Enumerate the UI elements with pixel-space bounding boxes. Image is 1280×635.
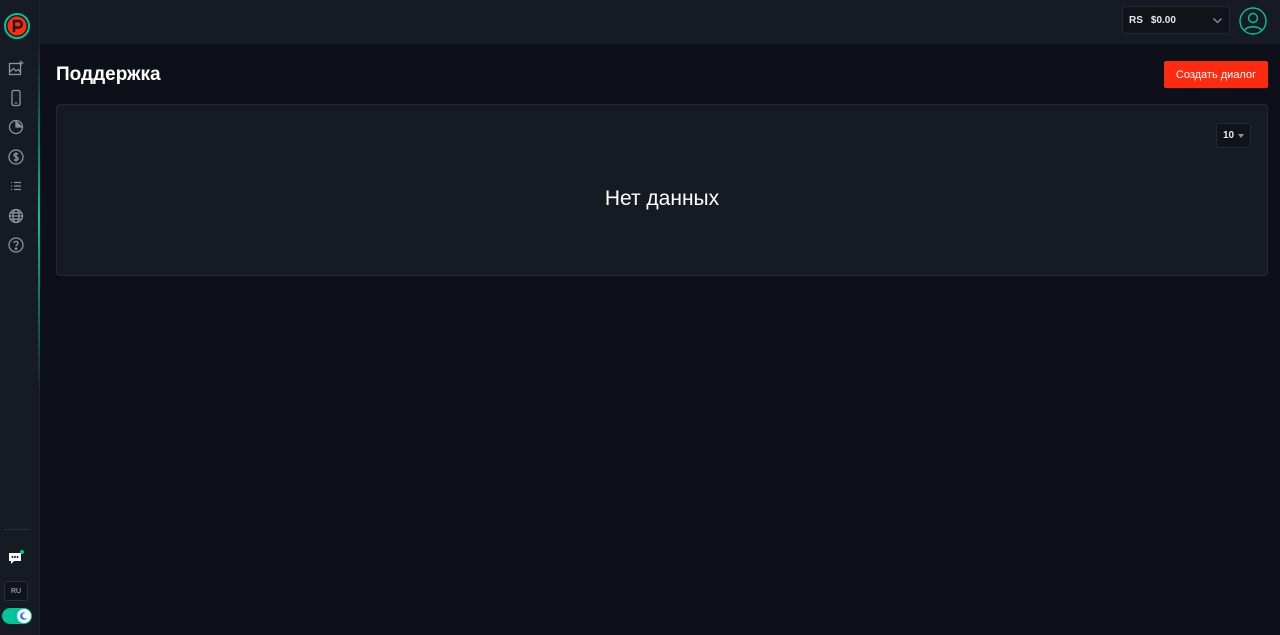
- globe-icon[interactable]: [6, 206, 26, 226]
- moon-icon: [17, 609, 31, 623]
- balance-selector[interactable]: RS $0.00: [1122, 6, 1230, 34]
- empty-state-text: Нет данных: [604, 187, 720, 210]
- balance-currency: RS: [1129, 14, 1143, 26]
- user-avatar-icon[interactable]: [1239, 7, 1267, 35]
- add-image-icon[interactable]: [6, 58, 26, 78]
- app-root: RU RS $0.00 Поддержка Создать диалог 10 …: [0, 0, 1280, 635]
- chat-icon[interactable]: [4, 546, 28, 570]
- help-icon[interactable]: [6, 235, 26, 255]
- page-size-select[interactable]: 10: [1216, 123, 1251, 148]
- list-icon[interactable]: [6, 176, 26, 196]
- balance-amount: $0.00: [1150, 14, 1176, 26]
- language-selector[interactable]: RU: [4, 581, 28, 601]
- chevron-down-icon: [1213, 18, 1222, 24]
- dollar-icon[interactable]: [6, 147, 26, 167]
- page-size-value: 10: [1223, 130, 1235, 141]
- pie-chart-icon[interactable]: [6, 117, 26, 137]
- caret-down-icon: [1238, 134, 1244, 138]
- theme-toggle[interactable]: [2, 608, 32, 624]
- top-header: RS $0.00: [40, 0, 1280, 44]
- support-table-card: 10 Нет данных: [56, 104, 1268, 276]
- brand-logo[interactable]: [4, 13, 30, 39]
- sidebar-divider: [4, 529, 30, 530]
- sidebar-accent-line: [38, 45, 40, 390]
- sidebar: RU: [0, 0, 40, 635]
- page-title: Поддержка: [56, 64, 161, 85]
- create-dialog-button[interactable]: Создать диалог: [1164, 61, 1268, 88]
- mobile-phone-icon[interactable]: [6, 88, 26, 108]
